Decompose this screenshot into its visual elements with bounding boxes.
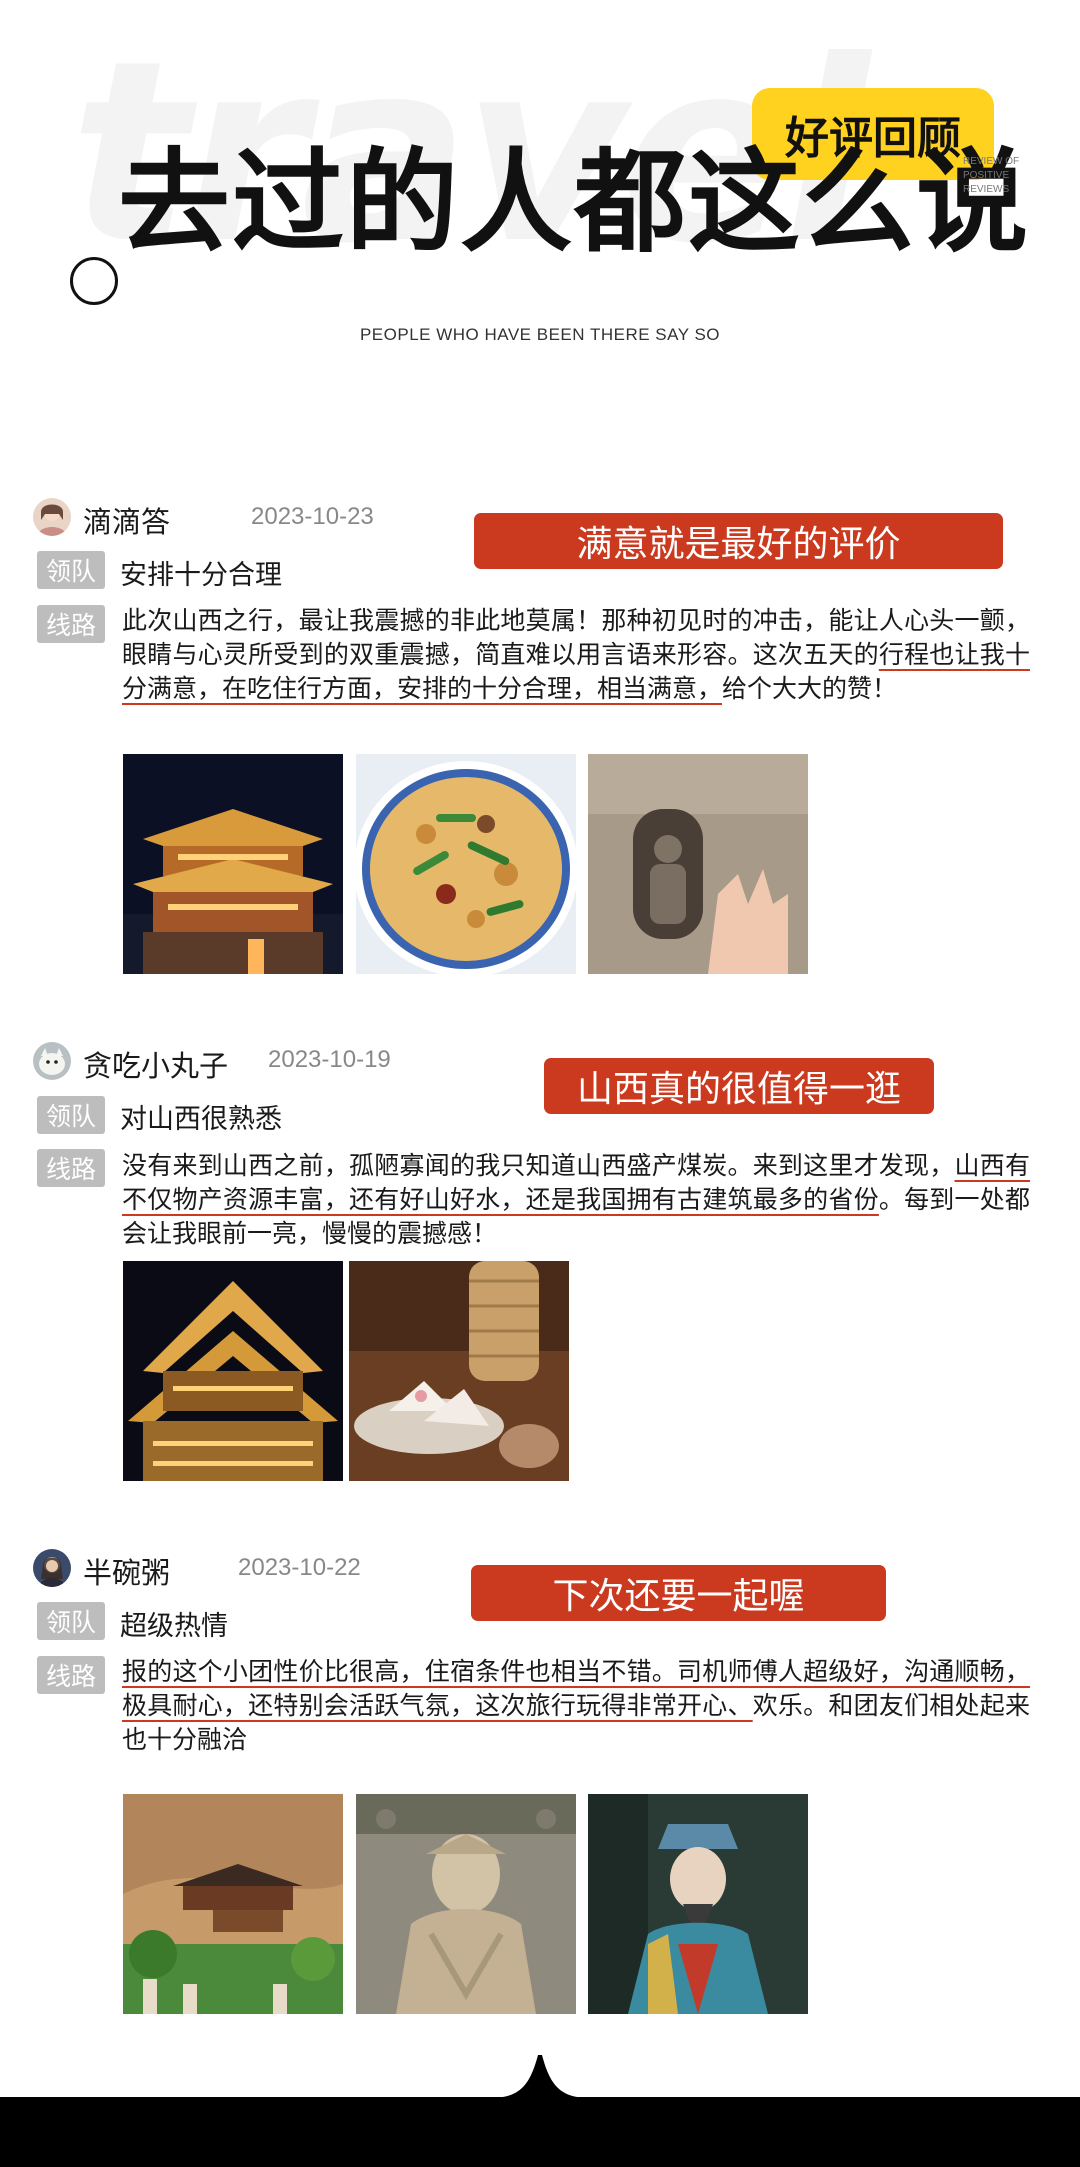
user-name: 半碗粥 [83,1556,171,1590]
leader-comment: 超级热情 [120,1611,228,1642]
tower-at-night-photo [123,754,343,974]
grotto-buddha-photo [588,754,808,974]
footer-bar [0,2097,1080,2167]
painted-statue-photo [588,1794,808,2014]
leader-tag: 领队 [37,551,105,589]
review-label-line: REVIEW OF [963,156,1020,167]
review-text: 报的这个小团性价比很高，住宿条件也相当不错。司机师傅人超级好，沟通顺畅，极具耐心… [122,1655,1030,1757]
review-date: 2023-10-23 [251,503,374,530]
user-avatar [33,1042,71,1080]
review-of-positive-reviews-label: REVIEW OF POSITIVE REVIEWS [963,155,1043,197]
review-headline-banner: 下次还要一起喔 [471,1565,886,1621]
review-label-line: POSITIVE [963,170,1010,181]
hanging-temple-photo [123,1794,343,2014]
user-avatar [33,1549,71,1587]
leader-tag: 领队 [37,1602,105,1640]
review-date: 2023-10-19 [268,1046,391,1073]
user-name: 贪吃小丸子 [83,1049,229,1083]
leader-comment: 对山西很熟悉 [120,1104,282,1135]
leader-tag: 领队 [37,1096,105,1134]
pagoda-roof-photo [123,1261,343,1481]
review-label-line: REVIEWS [963,184,1010,195]
route-tag: 线路 [37,605,105,643]
route-tag: 线路 [37,1656,105,1694]
review-text-plain: 给个大大的赞！ [722,674,898,703]
review-text: 没有来到山西之前，孤陋寡闻的我只知道山西盛产煤炭。来到这里才发现，山西有不仅物产… [122,1149,1030,1251]
user-avatar [33,498,71,536]
route-tag: 线路 [37,1149,105,1187]
review-date: 2023-10-22 [238,1554,361,1581]
footer-notch-decoration [490,2055,590,2100]
stone-buddha-photo [356,1794,576,2014]
decorative-circle-icon [70,257,118,305]
review-headline-banner: 山西真的很值得一逛 [544,1058,934,1114]
leader-comment: 安排十分合理 [120,560,282,591]
dessert-photo [349,1261,569,1481]
page-title: 去过的人都这么说 [118,138,1030,268]
page-subtitle: PEOPLE WHO HAVE BEEN THERE SAY SO [359,325,721,344]
review-text: 此次山西之行，最让我震撼的非此地莫属！那种初见时的冲击，能让人心头一颤，眼睛与心… [122,604,1030,706]
review-text-plain: 没有来到山西之前，孤陋寡闻的我只知道山西盛产煤炭。来到这里才发现， [122,1151,955,1180]
review-headline-banner: 满意就是最好的评价 [474,513,1003,569]
user-name: 滴滴答 [83,505,171,539]
fried-dish-photo [356,754,576,974]
